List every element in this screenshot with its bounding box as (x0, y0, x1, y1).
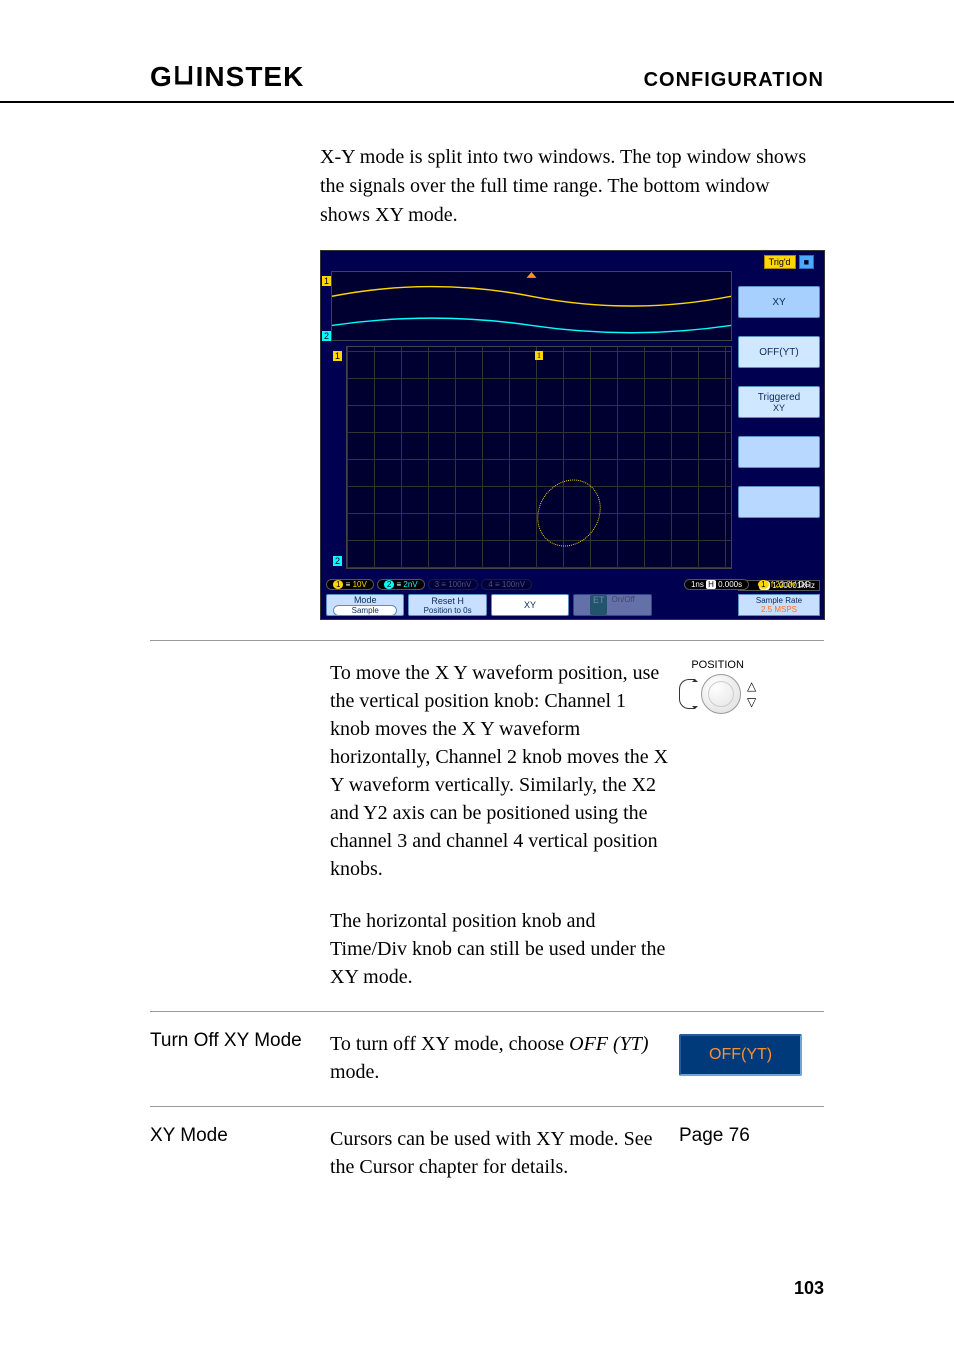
move-row-text: To move the X Y waveform position, use t… (330, 659, 669, 991)
move-row-left (150, 659, 320, 991)
move-paragraph: To move the X Y waveform position, use t… (330, 659, 669, 883)
yt-waveform-area (331, 271, 732, 341)
side-btn-empty-1[interactable] (738, 436, 820, 468)
ch1-xy-marker: 1 (333, 351, 342, 361)
oscilloscope-screenshot: Trig'd ■ 1 2 1 2 1 XY OFF(YT) Triggered … (320, 250, 825, 620)
side-btn-triggered-sub: XY (739, 403, 819, 413)
side-btn-off-yt[interactable]: OFF(YT) (738, 336, 820, 368)
knob-position-label: POSITION (679, 659, 756, 671)
move-row-right: POSITION △ ▽ (679, 659, 824, 991)
intro-paragraph: X-Y mode is split into two windows. The … (0, 103, 954, 250)
cursor-row-right: Page 76 (679, 1125, 824, 1181)
cursor-row-left: XY Mode (150, 1125, 320, 1181)
knob-triangle-stack: △ ▽ (747, 680, 756, 708)
xy-top-marker: 1 (535, 351, 543, 360)
ch2-marker-top: 2 (322, 331, 331, 341)
ch1-status: 1 ≡ 10V (326, 579, 374, 590)
ch2-status: 2 ≡ 2nV (377, 579, 425, 590)
cursor-row: XY Mode Cursors can be used with XY mode… (0, 1107, 954, 1181)
turnoff-row: Turn Off XY Mode To turn off XY mode, ch… (0, 1012, 954, 1086)
softkey-et[interactable]: ET On/Off (573, 594, 651, 616)
softkey-reset[interactable]: Reset H Position to 0s (408, 594, 486, 616)
ch2-xy-marker: 2 (333, 556, 342, 566)
curved-arrow-icon (679, 679, 695, 709)
timebase-status: 1ns H 0.000s (684, 579, 749, 590)
side-btn-triggered-label: Triggered (739, 392, 819, 403)
horiz-paragraph: The horizontal position knob and Time/Di… (330, 907, 669, 991)
page-number: 103 (794, 1278, 824, 1299)
side-btn-empty-2[interactable] (738, 486, 820, 518)
xy-lissajous-trace (524, 467, 613, 559)
side-btn-xy[interactable]: XY (738, 286, 820, 318)
scope-softkeys: Mode Sample Reset H Position to 0s XY ET… (326, 594, 734, 616)
move-row: To move the X Y waveform position, use t… (0, 641, 954, 991)
triangle-up-icon: △ (747, 680, 756, 692)
turnoff-row-mid: To turn off XY mode, choose OFF (YT) mod… (330, 1030, 669, 1086)
cursor-row-mid: Cursors can be used with XY mode. See th… (330, 1125, 669, 1181)
turnoff-row-left: Turn Off XY Mode (150, 1030, 320, 1086)
scope-side-panel: XY OFF(YT) Triggered XY (738, 286, 820, 518)
knob-diagram: POSITION △ ▽ (679, 659, 756, 714)
turnoff-row-right: OFF(YT) (679, 1030, 824, 1086)
triangle-down-icon: ▽ (747, 696, 756, 708)
ch1-marker: 1 (322, 276, 331, 286)
softkey-mode[interactable]: Mode Sample (326, 594, 404, 616)
xy-plot-area: 1 (346, 346, 732, 569)
softkey-xy[interactable]: XY (491, 594, 569, 616)
page-header: G⊔INSTEK CONFIGURATION (0, 60, 954, 103)
trigger-status: 1 f 22.0V DC (752, 580, 816, 589)
side-btn-triggered[interactable]: Triggered XY (738, 386, 820, 418)
scope-top-status: Trig'd ■ (764, 255, 814, 269)
off-yt-softkey-graphic: OFF(YT) (679, 1034, 802, 1076)
brand-logo: G⊔INSTEK (150, 60, 304, 93)
stop-badge: ■ (799, 255, 814, 269)
section-title: CONFIGURATION (644, 69, 824, 92)
channel-status-row: 1 ≡ 10V 2 ≡ 2nV 3 ≡ 100nV 4 ≡ 100nV 1ns … (326, 577, 819, 591)
sample-rate-box: Sample Rate 2.5 MSPS (738, 594, 820, 616)
knob-icon (701, 674, 741, 714)
trigd-badge: Trig'd (764, 255, 796, 269)
ch3-status: 3 ≡ 100nV (428, 579, 479, 590)
ch4-status: 4 ≡ 100nV (481, 579, 532, 590)
